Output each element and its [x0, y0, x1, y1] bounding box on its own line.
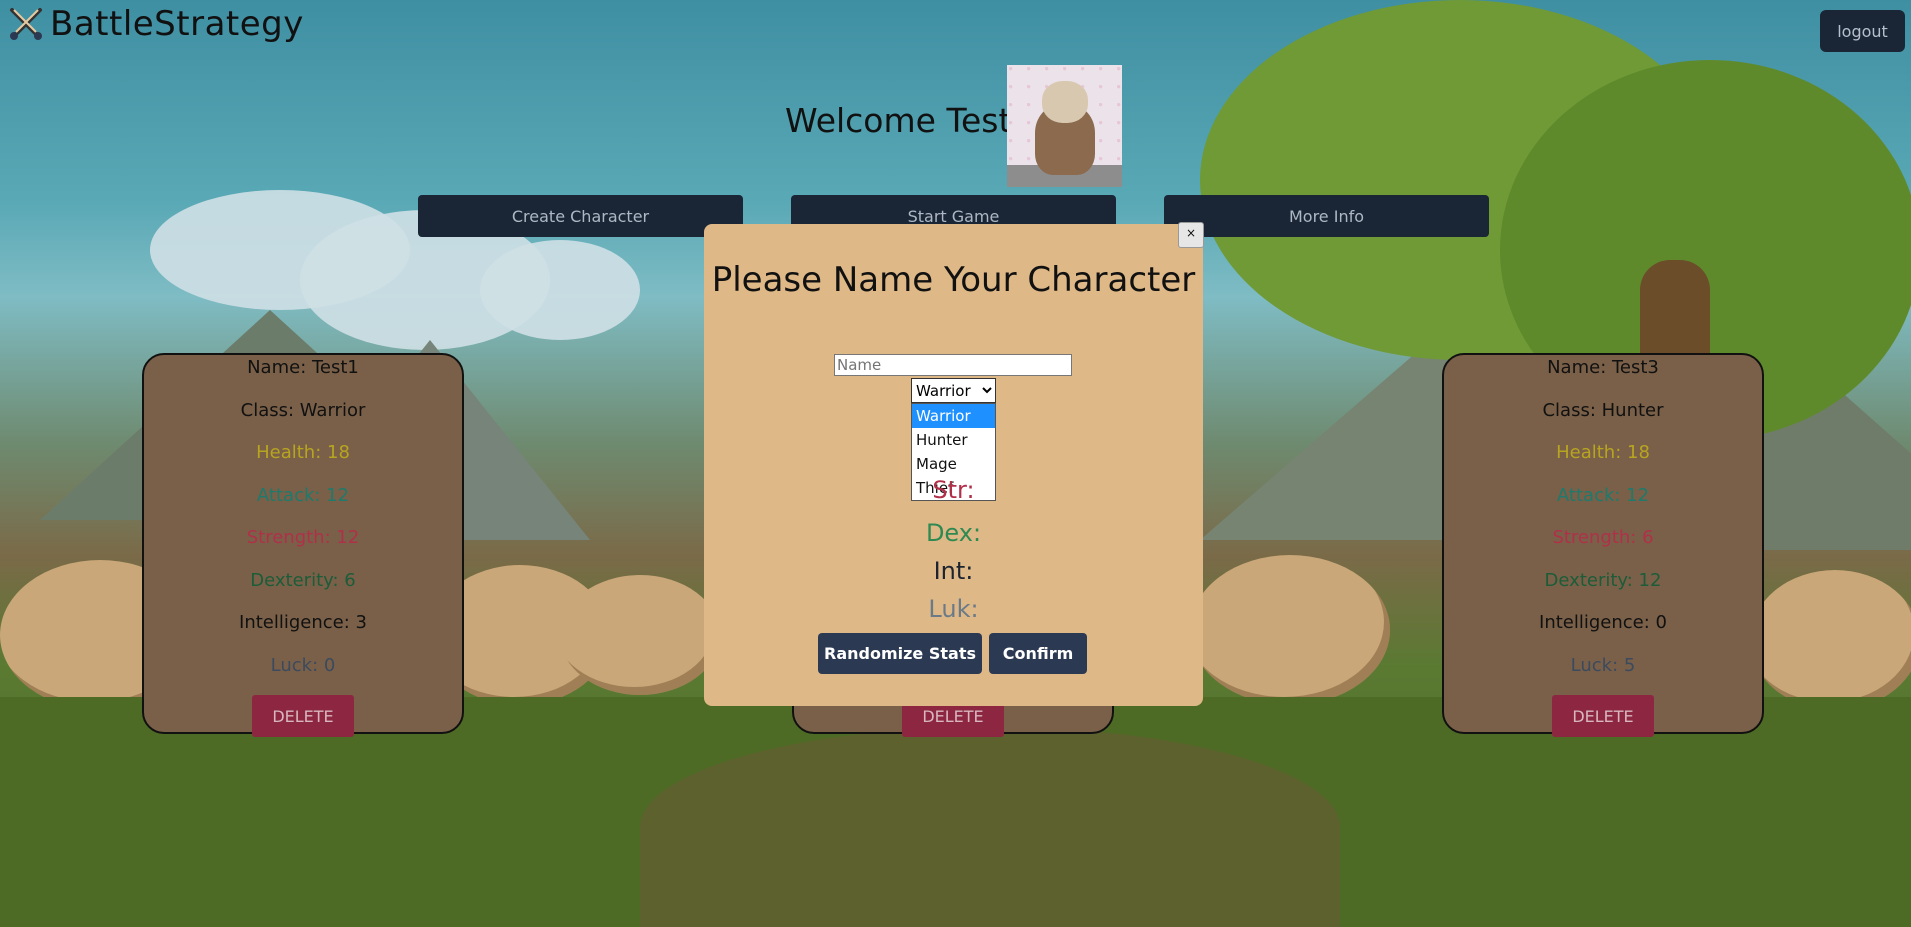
- character-class: Class: Hunter: [1542, 400, 1664, 421]
- stat-dex-label: Dex:: [925, 519, 982, 547]
- character-name-input[interactable]: [834, 354, 1072, 376]
- avatar: [1007, 65, 1122, 187]
- character-strength: Strength: 6: [1552, 527, 1654, 548]
- character-health: Health: 18: [1556, 442, 1650, 463]
- class-option-mage[interactable]: Mage: [912, 452, 995, 476]
- character-class: Class: Warrior: [240, 400, 366, 421]
- character-attack: Attack: 12: [256, 485, 350, 506]
- stat-luk-label: Luk:: [928, 595, 979, 623]
- logout-button[interactable]: logout: [1820, 10, 1905, 52]
- character-attack: Attack: 12: [1556, 485, 1650, 506]
- crossed-swords-icon: [10, 8, 42, 40]
- character-health: Health: 18: [256, 442, 350, 463]
- welcome-text: Welcome Test: [785, 101, 1012, 140]
- more-info-button[interactable]: More Info: [1164, 195, 1489, 237]
- character-intelligence: Intelligence: 0: [1539, 612, 1667, 633]
- character-card: Name: Test1 Class: Warrior Health: 18 At…: [142, 353, 464, 737]
- modal-title: Please Name Your Character: [711, 260, 1196, 300]
- delete-character-button[interactable]: DELETE: [1552, 695, 1654, 737]
- character-name: Name: Test3: [1547, 357, 1659, 378]
- confirm-button[interactable]: Confirm: [989, 633, 1087, 674]
- delete-character-button[interactable]: DELETE: [252, 695, 354, 737]
- character-intelligence: Intelligence: 3: [239, 612, 367, 633]
- create-character-button[interactable]: Create Character: [418, 195, 743, 237]
- character-name: Name: Test1: [247, 357, 359, 378]
- class-option-hunter[interactable]: Hunter: [912, 428, 995, 452]
- character-luck: Luck: 0: [270, 655, 336, 676]
- brand[interactable]: BattleStrategy: [6, 4, 304, 44]
- character-card: Name: Test3 Class: Hunter Health: 18 Att…: [1442, 353, 1764, 737]
- close-icon[interactable]: ×: [1178, 222, 1204, 248]
- character-dexterity: Dexterity: 12: [1544, 570, 1662, 591]
- character-luck: Luck: 5: [1570, 655, 1636, 676]
- stat-str-label: Str:: [932, 476, 975, 504]
- randomize-stats-button[interactable]: Randomize Stats: [818, 633, 982, 674]
- character-strength: Strength: 12: [246, 527, 360, 548]
- brand-title: BattleStrategy: [50, 4, 304, 44]
- class-select[interactable]: Warrior: [911, 378, 996, 403]
- character-dexterity: Dexterity: 6: [250, 570, 356, 591]
- class-option-warrior[interactable]: Warrior: [912, 404, 995, 428]
- stat-int-label: Int:: [933, 557, 974, 585]
